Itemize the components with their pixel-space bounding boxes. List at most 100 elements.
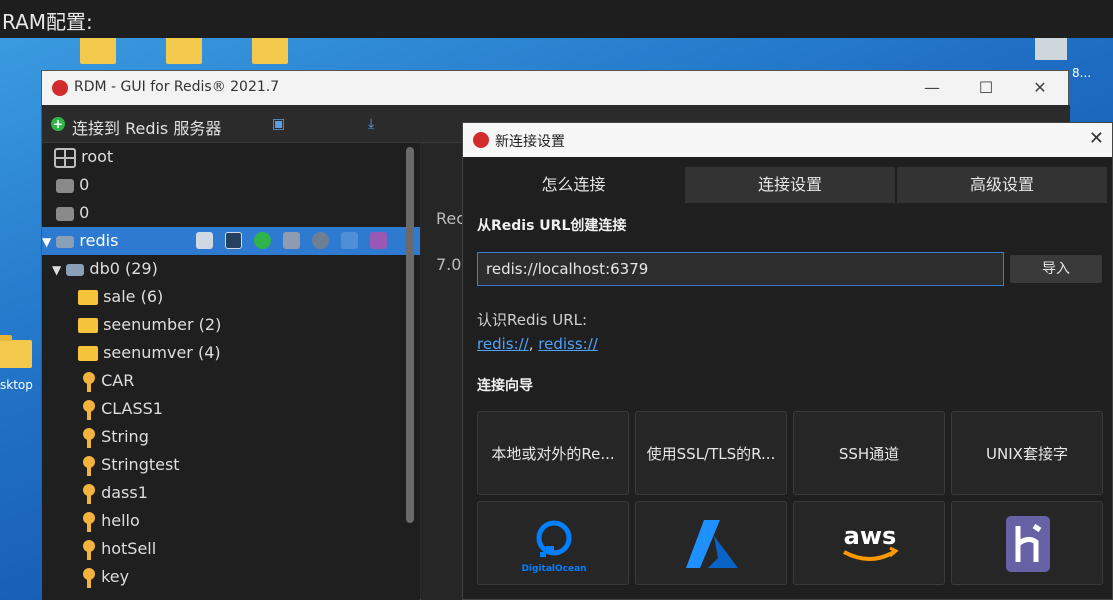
tree-item-key[interactable]: CAR: [42, 367, 420, 395]
connection-tree: root 0 0 ▼ redis ▼ db0 (29) sale (6) see…: [42, 143, 420, 600]
tree-item-label: String: [101, 427, 149, 446]
tree-item-label: seenumber (2): [103, 315, 222, 334]
dialog-tabs: 怎么连接 连接设置 高级设置: [463, 167, 1112, 203]
wizard-ssh-card[interactable]: SSH通道: [793, 411, 945, 495]
tree-item-label: 0: [79, 203, 90, 222]
tree-item-label: redis: [79, 231, 119, 250]
tree-item-root[interactable]: root: [42, 143, 420, 171]
import-connections-icon[interactable]: ▣: [272, 116, 288, 132]
aws-label: aws: [844, 522, 897, 550]
wizard-local-card[interactable]: 本地或对外的Re...: [477, 411, 629, 495]
folder-icon: [78, 290, 98, 305]
tree-item-label: seenumver (4): [103, 343, 221, 362]
tree-item-label: hello: [101, 511, 140, 530]
tree-item-key[interactable]: String: [42, 423, 420, 451]
tree-item-label: CLASS1: [101, 399, 163, 418]
heroku-card[interactable]: [951, 501, 1103, 585]
desktop-folder-icon[interactable]: [80, 38, 116, 64]
tab-advanced-settings[interactable]: 高级设置: [897, 167, 1107, 203]
redis-url-input[interactable]: redis://localhost:6379: [477, 252, 1004, 286]
tree-item-label: root: [81, 147, 114, 166]
learn-url-label: 认识Redis URL:: [477, 311, 588, 329]
aws-logo-icon: aws: [843, 522, 899, 561]
reload-icon[interactable]: [254, 232, 271, 249]
rdm-logo-icon: [473, 132, 489, 148]
tree-item-folder[interactable]: seenumber (2): [42, 311, 420, 339]
import-button[interactable]: 导入: [1010, 255, 1102, 283]
edit-icon[interactable]: [341, 232, 358, 249]
add-connection-icon[interactable]: +: [51, 117, 65, 131]
tree-item-folder[interactable]: sale (6): [42, 283, 420, 311]
desktop-folder-icon[interactable]: [252, 38, 288, 64]
connect-to-server-button[interactable]: 连接到 Redis 服务器: [72, 115, 221, 139]
settings-icon[interactable]: [312, 232, 329, 249]
redis-scheme-link[interactable]: redis://: [477, 335, 529, 353]
tree-item-key[interactable]: hello: [42, 507, 420, 535]
dialog-title: 新连接设置: [495, 134, 565, 150]
tree-item-db0[interactable]: ▼ db0 (29): [42, 255, 420, 283]
maximize-button[interactable]: ☐: [966, 75, 1006, 101]
tree-item-redis[interactable]: ▼ redis: [42, 227, 420, 255]
rdm-logo-icon: [52, 80, 68, 96]
tree-item-label: Stringtest: [101, 455, 180, 474]
key-icon: [82, 539, 96, 560]
aws-card[interactable]: aws: [793, 501, 945, 585]
connections-panel: + 连接到 Redis 服务器 ▣ ⤓ root 0 0 ▼ redis ▼ d…: [42, 105, 420, 600]
tree-item-label: db0 (29): [89, 259, 158, 278]
desktop-label: 8...: [1072, 66, 1092, 80]
export-connections-icon[interactable]: ⤓: [368, 116, 384, 132]
database-icon: [66, 263, 85, 276]
tree-item-label: hotSell: [101, 539, 157, 558]
tree-item-db[interactable]: 0: [42, 199, 420, 227]
tab-connection-settings[interactable]: 连接设置: [685, 167, 895, 203]
expand-arrow-icon[interactable]: ▼: [42, 235, 51, 249]
caption: RAM配置:: [0, 0, 1113, 38]
wizard-ssl-card[interactable]: 使用SSL/TLS的R...: [635, 411, 787, 495]
console-icon[interactable]: [225, 232, 242, 249]
peek-text: Rec: [436, 209, 466, 228]
database-icon: [56, 178, 74, 193]
tree-item-key[interactable]: dass1: [42, 479, 420, 507]
folder-icon: [78, 318, 98, 333]
tree-item-folder[interactable]: seenumver (4): [42, 339, 420, 367]
digitalocean-label: DigitalOcean: [522, 564, 586, 574]
minimize-button[interactable]: —: [912, 75, 952, 101]
digitalocean-card[interactable]: DigitalOcean: [477, 501, 629, 585]
database-icon: [56, 206, 74, 221]
disconnect-icon[interactable]: [283, 232, 300, 249]
desktop-label: sktop: [0, 378, 33, 392]
tab-how-to-connect[interactable]: 怎么连接: [463, 167, 684, 203]
desktop-folder-icon[interactable]: [166, 38, 202, 64]
tree-item-key[interactable]: CLASS1: [42, 395, 420, 423]
server-info-icon[interactable]: [196, 232, 213, 249]
tree-item-label: sale (6): [103, 287, 164, 306]
digitalocean-logo-icon: DigitalOcean: [522, 520, 586, 574]
delete-icon[interactable]: [370, 232, 387, 249]
tree-item-db[interactable]: 0: [42, 171, 420, 199]
desktop-folder-icon[interactable]: [0, 335, 32, 368]
database-icon: [56, 235, 75, 248]
folder-icon: [78, 346, 98, 361]
azure-logo-icon: [686, 520, 738, 568]
key-icon: [82, 483, 96, 504]
close-button[interactable]: ✕: [1020, 75, 1060, 101]
url-links: redis://, rediss://: [477, 335, 598, 353]
key-icon: [82, 371, 96, 392]
tree-item-key[interactable]: Stringtest: [42, 451, 420, 479]
root-grid-icon: [54, 147, 76, 168]
window-titlebar: RDM - GUI for Redis® 2021.7 — ☐ ✕: [42, 71, 1068, 105]
tree-item-key[interactable]: hotSell: [42, 535, 420, 563]
tree-scrollbar[interactable]: [406, 147, 414, 523]
tree-item-key[interactable]: key: [42, 563, 420, 591]
avatar[interactable]: [1035, 38, 1067, 60]
dialog-titlebar: 新连接设置 ✕: [463, 123, 1112, 157]
heroku-logo-icon: [1006, 516, 1050, 572]
wizard-unix-card[interactable]: UNIX套接字: [951, 411, 1103, 495]
rediss-scheme-link[interactable]: rediss://: [538, 335, 598, 353]
expand-arrow-icon[interactable]: ▼: [52, 263, 61, 277]
dialog-close-button[interactable]: ✕: [1089, 128, 1104, 149]
section-wizard-title: 连接向导: [477, 378, 533, 394]
azure-card[interactable]: [635, 501, 787, 585]
tree-item-label: key: [101, 567, 130, 586]
link-separator: ,: [528, 335, 539, 353]
